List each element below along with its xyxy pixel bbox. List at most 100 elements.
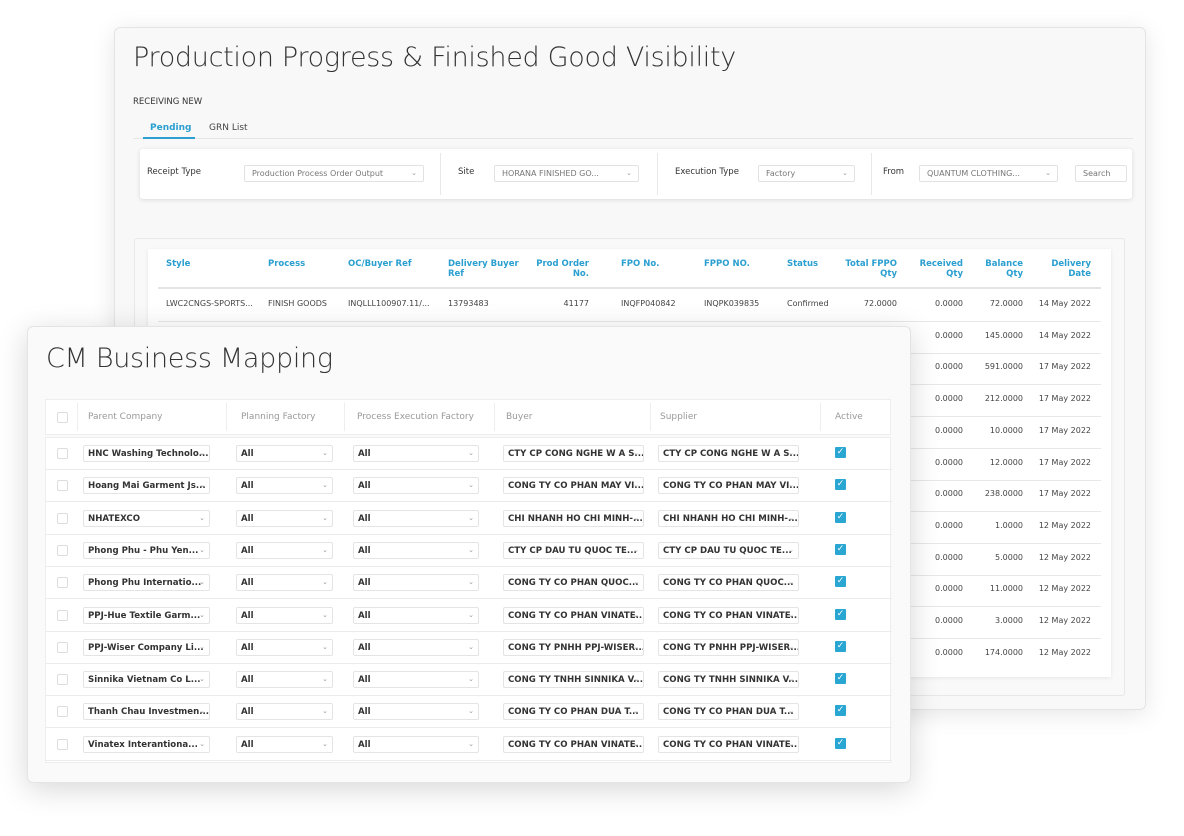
planning-factory-select[interactable]: All ⌄ — [236, 606, 333, 624]
column-header[interactable]: Total FPPO Qty — [838, 259, 897, 279]
parent-company-select[interactable]: PPJ-Wiser Company Li... ⌄ — [83, 638, 210, 656]
supplier-select[interactable]: CONG TY PNHH PPJ-WISER... ⌄ — [658, 638, 799, 656]
row-checkbox[interactable] — [57, 480, 68, 492]
active-checkbox[interactable]: ✓ — [835, 511, 846, 523]
column-header[interactable]: Supplier — [660, 412, 697, 422]
column-header[interactable]: Delivery Date — [1033, 259, 1091, 279]
supplier-select[interactable]: CTY CP CONG NGHE W A S... ⌄ — [658, 445, 799, 462]
parent-company-select[interactable]: Thanh Chau Investmen... ⌄ — [83, 703, 210, 721]
column-header[interactable]: Planning Factory — [241, 412, 316, 422]
planning-factory-select[interactable]: All ⌄ — [236, 477, 333, 495]
execution-factory-select[interactable]: All ⌄ — [353, 445, 479, 462]
active-checkbox[interactable]: ✓ — [835, 640, 846, 652]
column-header[interactable]: Parent Company — [88, 412, 163, 422]
row-checkbox[interactable] — [57, 448, 68, 459]
column-header[interactable]: Process — [268, 259, 348, 269]
buyer-select[interactable]: CONG TY CO PHAN MAY VI... ⌄ — [503, 477, 644, 495]
planning-factory-select[interactable]: All ⌄ — [236, 574, 333, 592]
parent-company-select[interactable]: NHATEXCO ⌄ — [83, 509, 210, 527]
active-checkbox[interactable]: ✓ — [835, 576, 846, 588]
column-header[interactable]: FPO No. — [621, 259, 701, 269]
table-cell: 0.0000 — [935, 299, 963, 308]
buyer-select[interactable]: CONG TY TNHH SINNIKA V... ⌄ — [503, 671, 644, 689]
column-header[interactable]: Delivery Buyer Ref — [448, 259, 528, 279]
supplier-select[interactable]: CONG TY CO PHAN VINATE... ⌄ — [658, 735, 799, 753]
tab-grn-list[interactable]: GRN List — [209, 123, 248, 133]
supplier-select[interactable]: CTY CP DAU TU QUOC TE... ⌄ — [658, 541, 799, 559]
buyer-select[interactable]: CTY CP CONG NGHE W A S... ⌄ — [503, 445, 644, 462]
buyer-select[interactable]: CHI NHANH HO CHI MINH-... ⌄ — [503, 509, 644, 527]
execution-factory-select[interactable]: All ⌄ — [353, 638, 479, 656]
column-header[interactable]: Active — [835, 412, 863, 422]
row-checkbox[interactable] — [57, 577, 68, 589]
column-divider — [650, 403, 651, 431]
planning-factory-select[interactable]: All ⌄ — [236, 735, 333, 753]
active-checkbox[interactable]: ✓ — [835, 543, 846, 555]
execution-type-select[interactable]: Factory ⌄ — [758, 165, 855, 182]
active-checkbox[interactable]: ✓ — [835, 447, 846, 458]
execution-factory-select[interactable]: All ⌄ — [353, 606, 479, 624]
execution-factory-select[interactable]: All ⌄ — [353, 477, 479, 495]
row-checkbox[interactable] — [57, 674, 68, 686]
tab-pending[interactable]: Pending — [150, 123, 191, 133]
supplier-select[interactable]: CHI NHANH HO CHI MINH-... ⌄ — [658, 509, 799, 527]
buyer-select[interactable]: CONG TY CO PHAN VINATE... ⌄ — [503, 606, 644, 624]
active-checkbox[interactable]: ✓ — [835, 705, 846, 717]
supplier-select[interactable]: CONG TY CO PHAN DUA T... ⌄ — [658, 703, 799, 721]
planning-factory-select[interactable]: All ⌄ — [236, 671, 333, 689]
parent-company-select[interactable]: HNC Washing Technolo... ⌄ — [83, 445, 210, 462]
buyer-select[interactable]: CONG TY CO PHAN QUOC... ⌄ — [503, 574, 644, 592]
table-cell: 174.0000 — [984, 647, 1023, 657]
planning-factory-select[interactable]: All ⌄ — [236, 541, 333, 559]
execution-factory-select[interactable]: All ⌄ — [353, 574, 479, 592]
active-checkbox[interactable]: ✓ — [835, 608, 846, 620]
execution-factory-select[interactable]: All ⌄ — [353, 509, 479, 527]
planning-factory-select[interactable]: All ⌄ — [236, 703, 333, 721]
parent-company-select[interactable]: Phong Phu - Phu Yen... ⌄ — [83, 541, 210, 559]
active-checkbox[interactable]: ✓ — [835, 673, 846, 685]
execution-factory-select[interactable]: All ⌄ — [353, 703, 479, 721]
chevron-down-icon: ⌄ — [468, 513, 474, 522]
supplier-select[interactable]: CONG TY CO PHAN VINATE... ⌄ — [658, 606, 799, 624]
planning-factory-select[interactable]: All ⌄ — [236, 509, 333, 527]
supplier-select[interactable]: CONG TY CO PHAN QUOC... ⌄ — [658, 574, 799, 592]
column-header[interactable]: FPPO NO. — [704, 259, 784, 269]
column-header[interactable]: Buyer — [506, 412, 532, 422]
buyer-select[interactable]: CONG TY CO PHAN DUA T... ⌄ — [503, 703, 644, 721]
execution-factory-select[interactable]: All ⌄ — [353, 671, 479, 689]
site-select[interactable]: HORANA FINISHED GO... ⌄ — [494, 165, 639, 182]
row-checkbox[interactable] — [57, 738, 68, 750]
column-header[interactable]: Balance Qty — [973, 259, 1023, 279]
planning-factory-select[interactable]: All ⌄ — [236, 445, 333, 462]
select-all-checkbox[interactable] — [57, 412, 68, 423]
chevron-down-icon: ⌄ — [788, 449, 794, 457]
planning-factory-select[interactable]: All ⌄ — [236, 638, 333, 656]
execution-factory-select[interactable]: All ⌄ — [353, 541, 479, 559]
column-header[interactable]: Process Execution Factory — [357, 412, 474, 422]
buyer-select[interactable]: CONG TY CO PHAN VINATE... ⌄ — [503, 735, 644, 753]
parent-company-select[interactable]: Vinatex Interantiona... ⌄ — [83, 735, 210, 753]
column-header[interactable]: Style — [166, 259, 246, 269]
parent-company-select[interactable]: Sinnika Vietnam Co L... ⌄ — [83, 671, 210, 689]
column-header[interactable]: Prod Order No. — [531, 259, 589, 279]
supplier-select[interactable]: CONG TY CO PHAN MAY VI... ⌄ — [658, 477, 799, 495]
buyer-select[interactable]: CONG TY PNHH PPJ-WISER... ⌄ — [503, 638, 644, 656]
parent-company-select[interactable]: Phong Phu Internatio... ⌄ — [83, 574, 210, 592]
execution-factory-select[interactable]: All ⌄ — [353, 735, 479, 753]
row-checkbox[interactable] — [57, 641, 68, 653]
column-header[interactable]: OC/Buyer Ref — [348, 259, 428, 269]
parent-company-select[interactable]: Hoang Mai Garment Js... ⌄ — [83, 477, 210, 495]
active-checkbox[interactable]: ✓ — [835, 479, 846, 491]
supplier-select[interactable]: CONG TY TNHH SINNIKA V... ⌄ — [658, 671, 799, 689]
column-header[interactable]: Received Qty — [913, 259, 963, 279]
row-checkbox[interactable] — [57, 512, 68, 524]
row-checkbox[interactable] — [57, 544, 68, 556]
row-checkbox[interactable] — [57, 609, 68, 621]
active-checkbox[interactable]: ✓ — [835, 737, 846, 749]
from-select[interactable]: QUANTUM CLOTHING... ⌄ — [919, 165, 1058, 182]
parent-company-select[interactable]: PPJ-Hue Textile Garm... ⌄ — [83, 606, 210, 624]
receipt-type-select[interactable]: Production Process Order Output ⌄ — [244, 165, 424, 182]
row-checkbox[interactable] — [57, 706, 68, 718]
search-input[interactable] — [1075, 165, 1127, 182]
buyer-select[interactable]: CTY CP DAU TU QUOC TE... ⌄ — [503, 541, 644, 559]
